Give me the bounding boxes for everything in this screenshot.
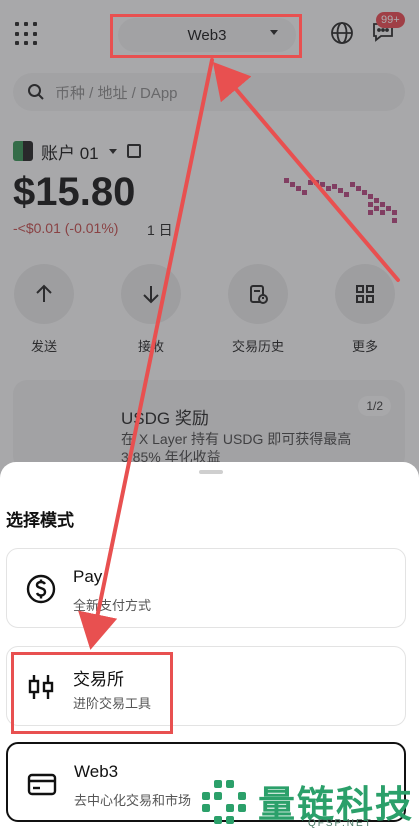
option-pay-title: Pay xyxy=(73,567,103,586)
sheet-handle[interactable] xyxy=(199,470,223,474)
highlight-box-mode-switcher xyxy=(110,14,302,58)
highlight-box-exchange-option xyxy=(11,652,173,734)
wallet-card-icon xyxy=(27,773,57,796)
option-web3-title: Web3 xyxy=(74,762,119,781)
watermark-url: QFSP.NET xyxy=(308,818,373,829)
dollar-coin-icon xyxy=(26,574,56,604)
option-pay[interactable]: Pay 全新支付方式 xyxy=(6,548,406,628)
sheet-title: 选择模式 xyxy=(6,511,74,530)
option-web3-subtitle: 去中心化交易和市场 xyxy=(74,793,192,808)
watermark-logo-icon xyxy=(202,780,246,824)
option-pay-subtitle: 全新支付方式 xyxy=(73,598,152,613)
watermark: 量链科技 QFSP.NET xyxy=(196,770,419,832)
